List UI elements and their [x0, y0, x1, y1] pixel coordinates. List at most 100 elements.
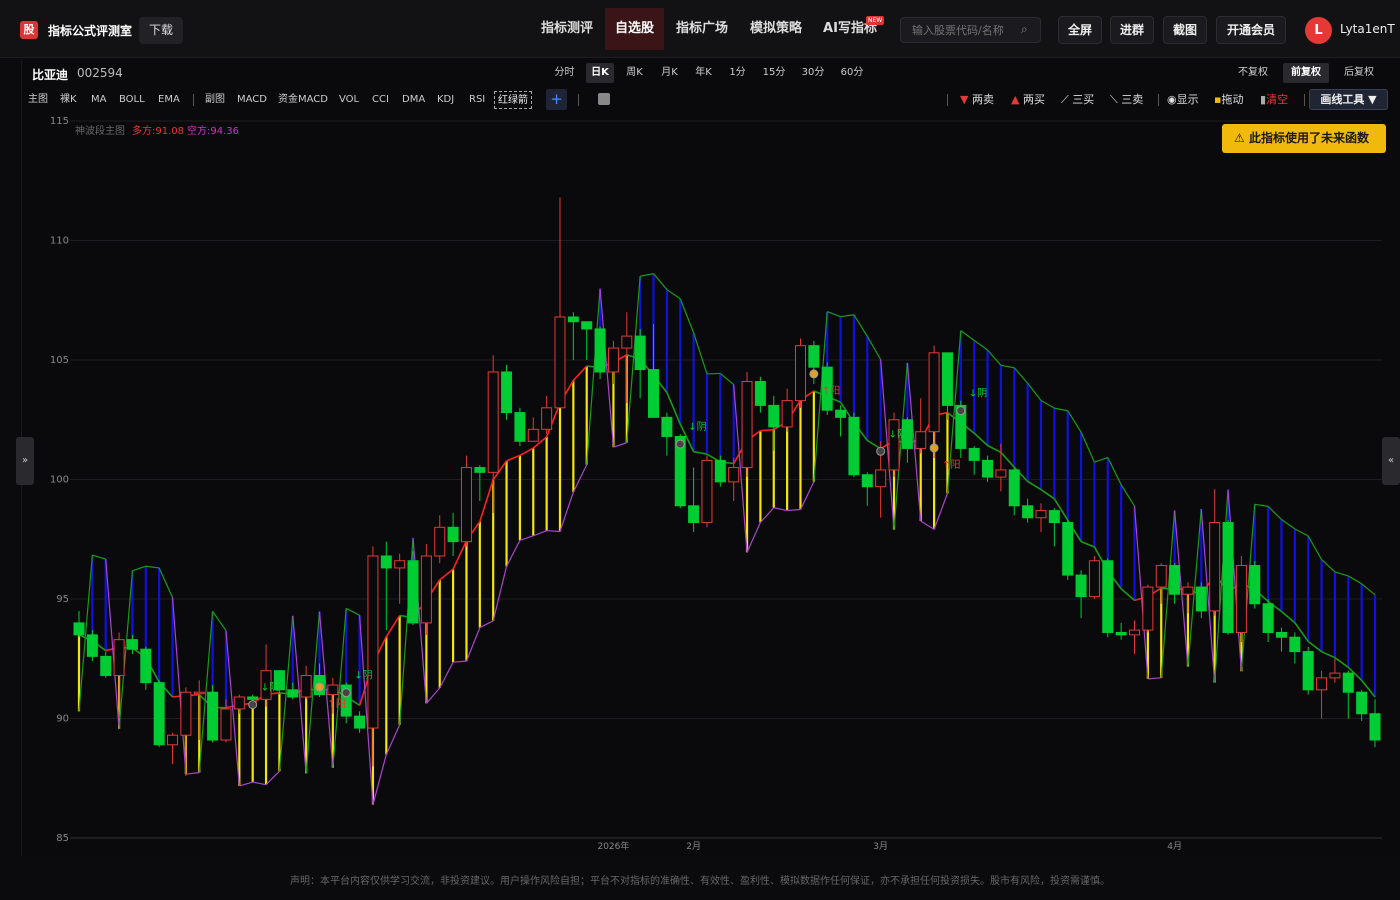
trend-line-segment: [693, 450, 708, 455]
band-edge-segment: [1054, 407, 1068, 412]
bull-candle: [113, 639, 125, 676]
trend-line-segment: [1321, 650, 1336, 659]
trend-line-segment: [760, 428, 774, 432]
x-tick-label: 2月: [686, 841, 701, 852]
signal-label: ↓阴: [889, 428, 907, 440]
trend-line-segment: [973, 432, 989, 447]
band-edge-segment: [840, 314, 855, 318]
bear-candle: [407, 560, 419, 624]
bull-candle: [1209, 522, 1221, 612]
sell-dot: [675, 439, 685, 449]
sell-dot: [248, 700, 258, 710]
band-edge-segment: [653, 273, 668, 290]
bull-candle: [995, 469, 1007, 478]
bear-candle: [86, 634, 98, 657]
band-edge-segment: [640, 273, 654, 277]
band-edge-segment: [1107, 457, 1122, 485]
buy-dot: [809, 369, 819, 379]
band-edge-segment: [1347, 575, 1362, 585]
band-edge-segment: [171, 597, 187, 775]
bull-candle: [1129, 629, 1141, 636]
band-edge-segment: [559, 491, 574, 532]
band-edge-segment: [719, 372, 735, 386]
bear-candle: [848, 416, 860, 476]
future-function-warning: ⚠ 此指标使用了未来函数: [1222, 124, 1386, 153]
bear-candle: [1356, 691, 1368, 715]
trend-line-segment: [1334, 657, 1349, 668]
bear-candle: [648, 369, 660, 418]
band-edge-segment: [586, 288, 601, 465]
band-edge-segment: [866, 336, 882, 360]
bull-candle: [180, 691, 192, 736]
bull-candle: [781, 400, 793, 428]
bear-candle: [661, 416, 673, 437]
trend-line-segment: [479, 479, 494, 522]
band-edge-segment: [1067, 410, 1082, 433]
bear-candle: [594, 328, 606, 373]
bull-candle: [1235, 565, 1247, 633]
bear-candle: [581, 321, 593, 330]
bear-candle: [768, 404, 780, 428]
band-edge-segment: [693, 332, 708, 375]
band-edge-segment: [1040, 399, 1055, 409]
warning-icon: ⚠: [1234, 131, 1245, 145]
bear-candle: [100, 655, 112, 676]
sell-dot: [956, 406, 966, 416]
band-edge-segment: [1294, 528, 1309, 537]
band-edge-segment: [425, 687, 441, 704]
bear-candle: [474, 467, 486, 473]
bull-candle: [794, 345, 806, 402]
bull-candle: [394, 560, 406, 569]
signal-label: ↑阳: [942, 459, 960, 471]
band-edge-segment: [345, 607, 360, 616]
bull-candle: [607, 347, 619, 373]
band-edge-segment: [385, 724, 401, 755]
bear-candle: [140, 648, 152, 684]
bear-candle: [1249, 565, 1261, 605]
bull-candle: [741, 381, 753, 469]
signal-label: ↓阴: [688, 421, 706, 433]
bull-candle: [554, 316, 566, 409]
bear-candle: [1022, 505, 1034, 519]
bear-candle: [982, 459, 994, 478]
kline-chart[interactable]: 85 90 95 100 105 110 115 2026年 2月 3月 4月 神波段主图 多方:91.…: [0, 0, 1400, 900]
bull-candle: [1088, 560, 1100, 598]
band-edge-segment: [1027, 382, 1042, 401]
band-edge-segment: [519, 535, 534, 541]
band-edge-segment: [1000, 364, 1015, 369]
bear-candle: [514, 412, 526, 442]
footer-disclaimer: 声明：本平台内容仅供学习交流，非投资建议。用户操作风险自担；平台不对指标的准确性…: [290, 876, 1110, 887]
bear-candle: [247, 696, 259, 700]
y-tick-label: 110: [50, 236, 69, 247]
bull-candle: [1155, 565, 1167, 588]
trend-line-segment: [519, 447, 534, 457]
band-edge-segment: [492, 566, 508, 621]
bull-candle: [875, 469, 887, 488]
bear-candle: [447, 526, 459, 543]
band-edge-segment: [1281, 519, 1296, 530]
y-tick-label: 90: [56, 714, 69, 725]
bull-candle: [1316, 677, 1328, 691]
bull-candle: [167, 734, 179, 746]
bull-candle: [541, 407, 553, 430]
band-edge-segment: [265, 770, 280, 786]
bear-candle: [1262, 603, 1274, 633]
bear-candle: [861, 474, 873, 488]
trend-line-segment: [1080, 540, 1095, 548]
trend-line-segment: [572, 365, 588, 381]
bear-candle: [153, 682, 165, 746]
bear-candle: [1302, 651, 1314, 691]
band-edge-segment: [185, 772, 200, 775]
bull-candle: [300, 674, 312, 698]
band-edge-segment: [853, 314, 868, 337]
x-tick-label: 2026年: [597, 840, 629, 852]
trend-line-segment: [452, 540, 468, 570]
trend-line-segment: [439, 568, 454, 581]
band-edge-segment: [252, 781, 267, 786]
bull-candle: [220, 708, 232, 741]
trend-line-segment: [1280, 610, 1296, 624]
buy-dot: [929, 443, 939, 453]
band-edge-segment: [1321, 559, 1336, 573]
band-edge-segment: [372, 754, 387, 805]
bull-candle: [527, 428, 539, 442]
